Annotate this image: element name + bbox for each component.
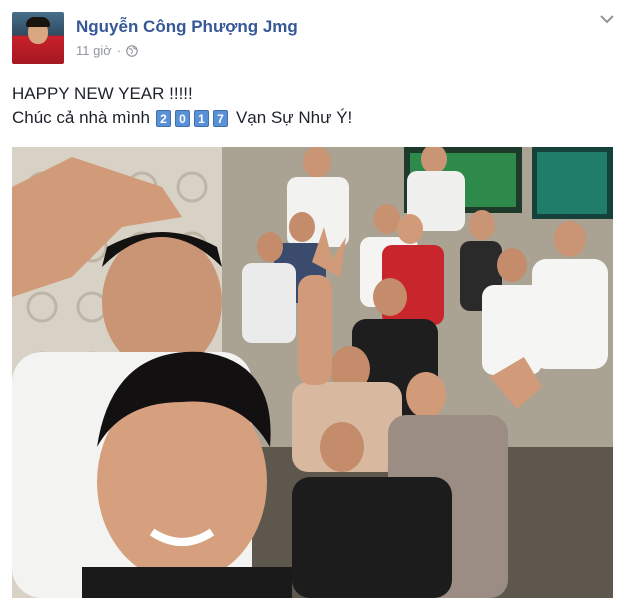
post-timestamp[interactable]: 11 giờ	[76, 43, 112, 58]
post-photo[interactable]	[12, 147, 613, 598]
author-avatar[interactable]	[12, 12, 64, 64]
group-selfie-illustration	[12, 147, 613, 598]
greeting-prefix: Chúc cả nhà mình	[12, 108, 150, 127]
globe-icon	[126, 44, 138, 57]
post-text-line-1: HAPPY NEW YEAR !!!!!	[12, 84, 193, 103]
keycap-digit-0: 0	[174, 109, 190, 127]
left-man-face	[102, 232, 222, 372]
chevron-down-icon[interactable]	[600, 14, 614, 24]
facebook-post: Nguyễn Công Phượng Jmg 11 giờ · HAPPY NE…	[0, 0, 630, 606]
post-text-line-2: Chúc cả nhà mình 2 0 1 7 Vạn Sự Như Ý!	[12, 106, 612, 130]
keycap-digits: 2 0 1 7	[155, 109, 232, 127]
meta-separator: ·	[116, 43, 122, 58]
keycap-digit-1: 1	[193, 109, 209, 127]
greeting-suffix: Vạn Sự Như Ý!	[235, 108, 353, 127]
author-name-link[interactable]: Nguyễn Công Phượng Jmg	[76, 17, 298, 37]
avatar-hair	[26, 17, 50, 27]
post-text: HAPPY NEW YEAR !!!!! Chúc cả nhà mình 2 …	[12, 82, 612, 130]
post-meta: 11 giờ ·	[76, 43, 138, 58]
keycap-digit-2: 2	[155, 109, 171, 127]
keycap-digit-7: 7	[212, 109, 228, 127]
